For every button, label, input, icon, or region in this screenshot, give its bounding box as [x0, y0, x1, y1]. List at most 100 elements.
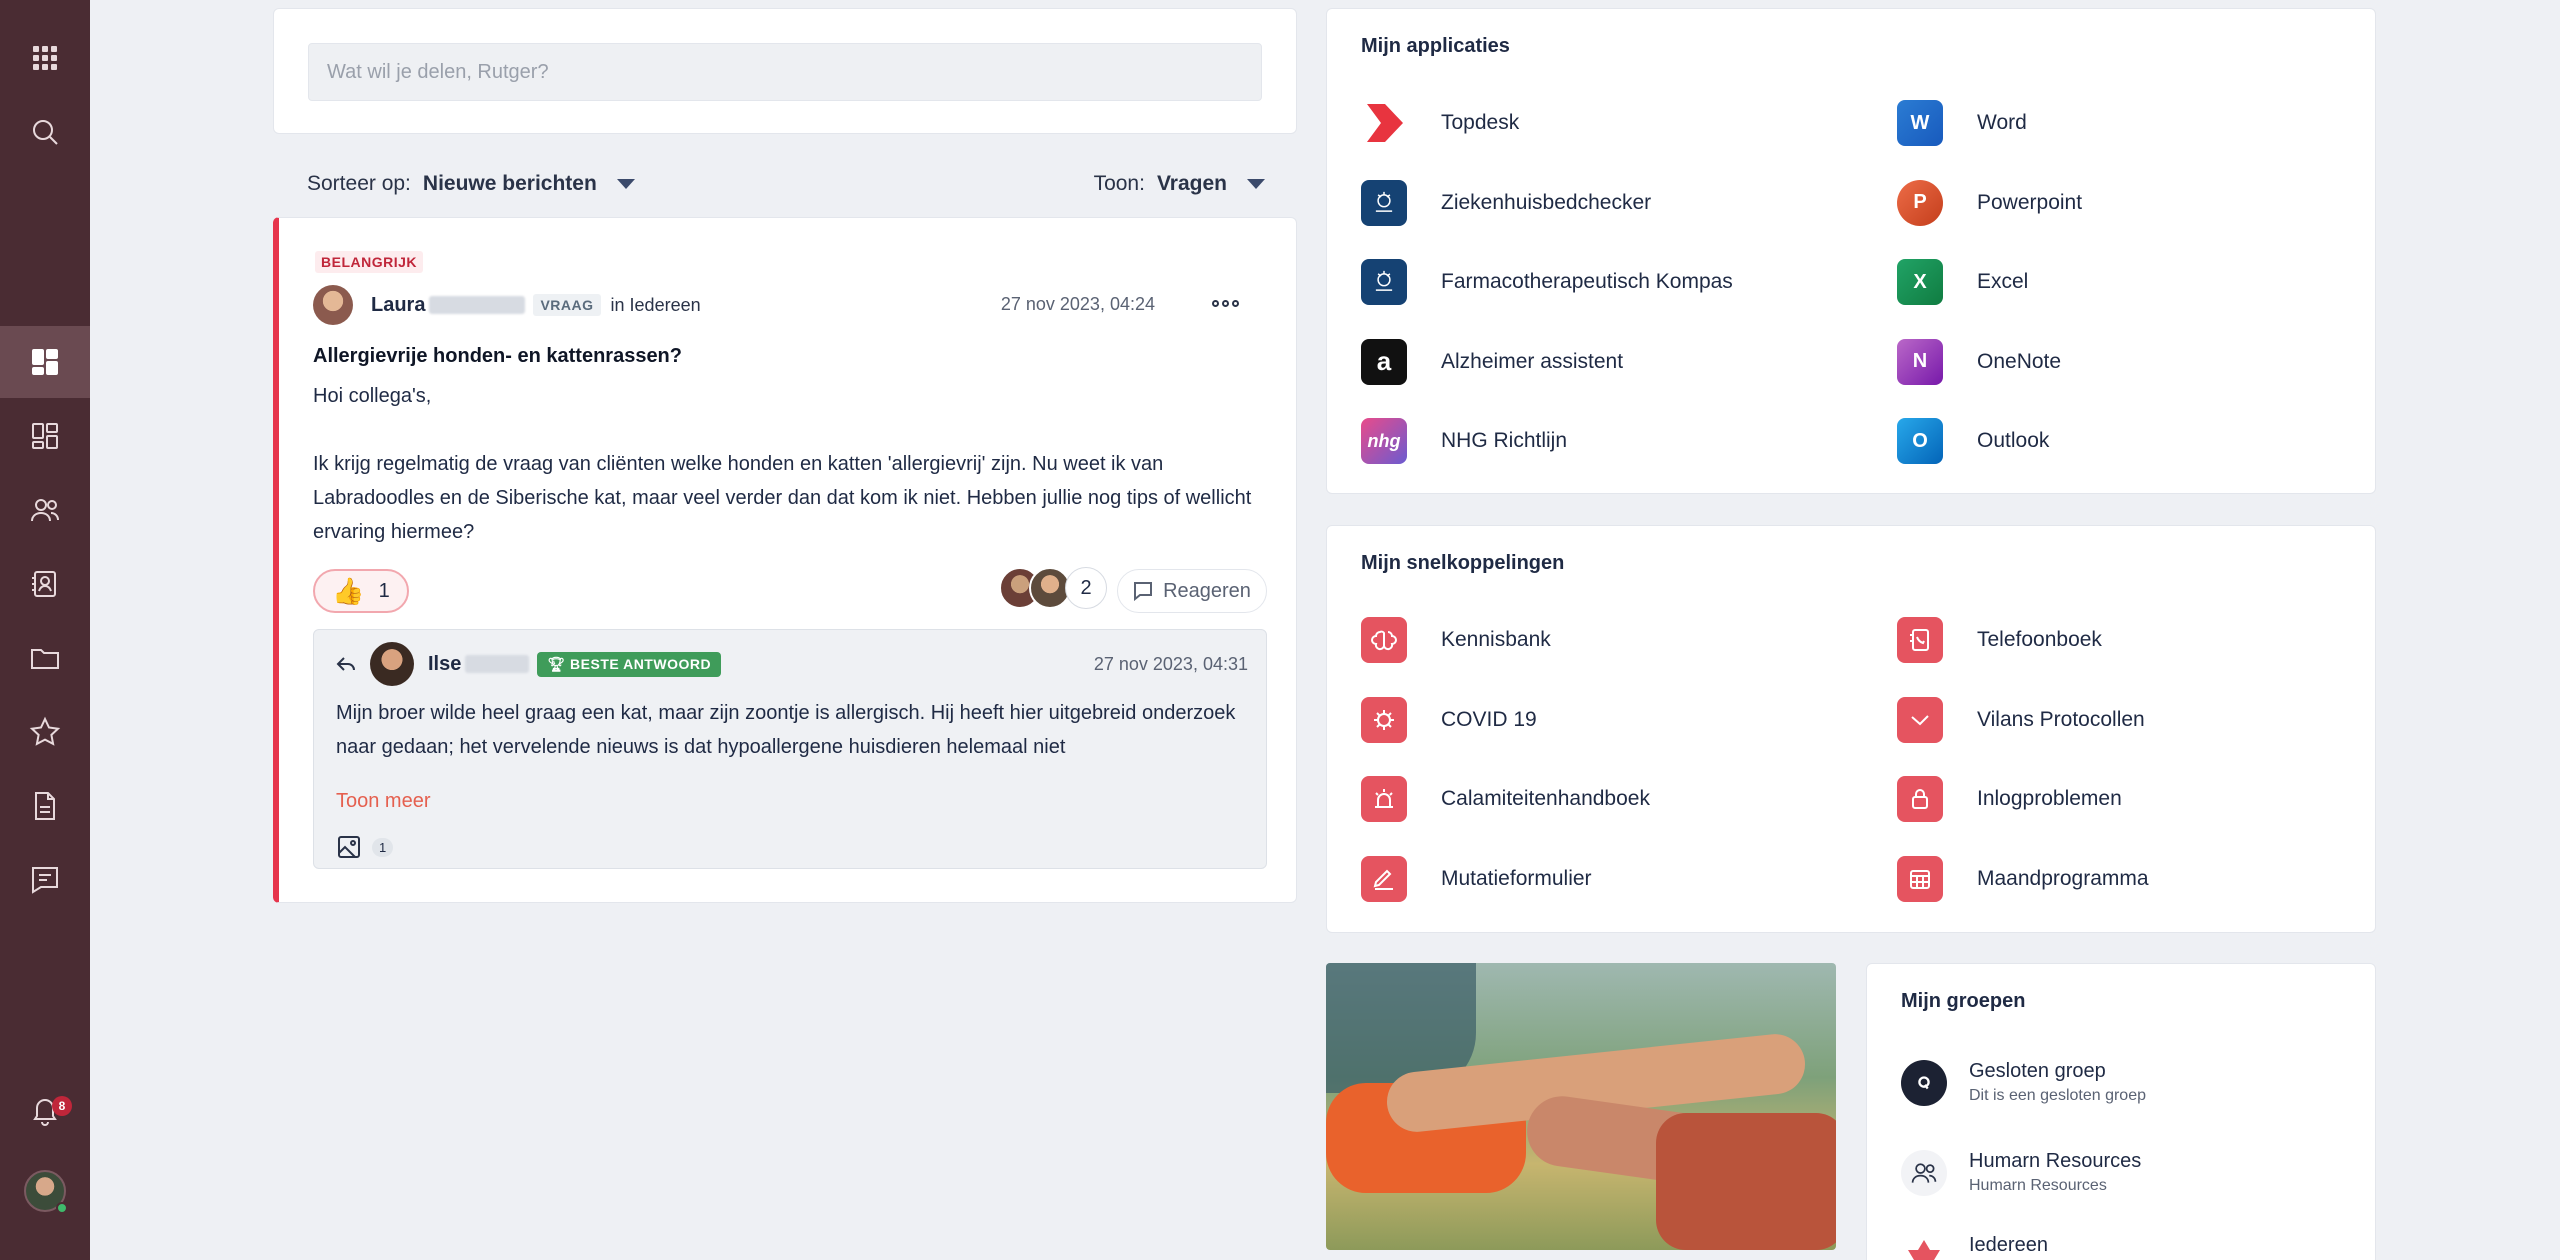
post-timestamp: 27 nov 2023, 04:24	[1000, 294, 1155, 314]
reply-button[interactable]: Reageren	[1117, 569, 1267, 613]
composer-input[interactable]	[308, 43, 1262, 101]
shortcut-covid-19[interactable]: COVID 19	[1361, 692, 1897, 748]
post-group[interactable]: in Iedereen	[611, 295, 701, 316]
protocol-icon	[1897, 696, 1943, 743]
online-status-dot	[56, 1202, 68, 1214]
shortcut-inlogproblemen[interactable]: Inlogproblemen	[1897, 771, 2341, 827]
users-icon	[31, 499, 59, 522]
app-outlook[interactable]: O Outlook	[1897, 413, 2341, 469]
search-button[interactable]	[0, 96, 90, 168]
shortcut-mutatieformulier[interactable]: Mutatieformulier	[1361, 851, 1897, 907]
shortcut-calamiteitenhandboek[interactable]: Calamiteitenhandboek	[1361, 771, 1897, 827]
contacts-icon	[32, 571, 56, 597]
avatar[interactable]	[313, 285, 353, 325]
onenote-icon: N	[1897, 338, 1943, 385]
thumbs-up-icon: 👍	[332, 575, 365, 606]
redacted-surname	[465, 655, 530, 673]
group-iedereen[interactable]: Iedereen	[1901, 1234, 2048, 1260]
powerpoint-icon: P	[1897, 179, 1943, 226]
rijksoverheid-icon	[1361, 259, 1407, 305]
card-title: Mijn groepen	[1901, 990, 2026, 1012]
lock-icon	[1897, 776, 1943, 822]
chevron-down-icon[interactable]	[1247, 179, 1265, 189]
sidebar-item-people[interactable]	[0, 474, 90, 546]
sidebar-item-contacts[interactable]	[0, 548, 90, 620]
like-button[interactable]: 👍 1	[313, 569, 409, 613]
card-title: Mijn snelkoppelingen	[1361, 552, 1565, 574]
team-photo	[1326, 963, 1836, 1250]
sort-dropdown[interactable]: Nieuwe berichten	[423, 172, 597, 196]
post-card: BELANGRIJK Laura VRAAG in Iedereen 27 no…	[273, 217, 1297, 903]
comment-icon	[1134, 582, 1153, 601]
star-icon	[29, 716, 61, 746]
shortcut-vilans-protocollen[interactable]: Vilans Protocollen	[1897, 692, 2341, 748]
reactors-count: 2	[1065, 567, 1107, 609]
app-label: Outlook	[1977, 429, 2050, 452]
shortcut-label: Vilans Protocollen	[1977, 707, 2145, 731]
app-label: Excel	[1977, 270, 2029, 293]
virus-icon	[1361, 696, 1407, 743]
app-launcher-button[interactable]	[0, 22, 90, 94]
shortcut-label: Maandprogramma	[1977, 866, 2149, 890]
app-alzheimer-assistent[interactable]: a Alzheimer assistent	[1361, 334, 1897, 390]
app-nhg-richtlijn[interactable]: nhg NHG Richtlijn	[1361, 413, 1897, 469]
best-answer: Ilse 🏆︎ BESTE ANTWOORD 27 nov 2023, 04:3…	[313, 629, 1267, 869]
sidebar-item-favorites[interactable]	[0, 696, 90, 768]
app-label: Farmacotherapeutisch Kompas	[1441, 270, 1733, 293]
answer-author-name[interactable]: Ilse	[428, 653, 461, 676]
sidebar-item-pages[interactable]	[0, 770, 90, 842]
alarm-icon	[1361, 776, 1407, 822]
app-farmacotherapeutisch-kompas[interactable]: Farmacotherapeutisch Kompas	[1361, 254, 1897, 310]
brain-icon	[1361, 617, 1407, 663]
sidebar-item-documents[interactable]	[0, 622, 90, 694]
show-more-link[interactable]: Toon meer	[336, 790, 431, 813]
app-label: OneNote	[1977, 349, 2062, 373]
group-humarn-resources[interactable]: Humarn Resources Humarn Resources	[1901, 1150, 2141, 1196]
app-onenote[interactable]: N OneNote	[1897, 334, 2341, 390]
image-icon[interactable]	[336, 834, 362, 860]
best-answer-badge: 🏆︎ BESTE ANTWOORD	[537, 651, 722, 677]
like-count: 1	[378, 579, 390, 602]
sidebar-item-overview[interactable]	[0, 400, 90, 472]
show-dropdown[interactable]: Vragen	[1157, 172, 1227, 196]
question-tag: VRAAG	[533, 294, 601, 316]
post-title: Allergievrije honden- en kattenrassen?	[313, 345, 682, 367]
reply-label: Reageren	[1163, 579, 1251, 602]
excel-icon: X	[1897, 259, 1943, 305]
best-answer-label: BESTE ANTWOORD	[570, 655, 712, 672]
chevron-down-icon[interactable]	[616, 179, 635, 189]
attachment-count: 1	[372, 837, 394, 857]
grid-icon	[33, 46, 57, 70]
everyone-group-icon	[1901, 1234, 1947, 1260]
word-icon: W	[1897, 100, 1943, 146]
shortcut-label: Kennisbank	[1441, 628, 1551, 651]
avatar[interactable]	[370, 642, 414, 686]
nhg-icon: nhg	[1361, 418, 1407, 464]
answer-footer: 1	[336, 834, 394, 860]
notifications-button[interactable]: 8	[0, 1074, 90, 1146]
post-author-name[interactable]: Laura	[371, 294, 425, 317]
redacted-surname	[429, 296, 526, 314]
folder-icon	[31, 649, 59, 669]
app-powerpoint[interactable]: P Powerpoint	[1897, 175, 2341, 231]
app-label: Word	[1977, 111, 2027, 134]
alzheimer-icon: a	[1361, 338, 1407, 385]
app-topdesk[interactable]: Topdesk	[1361, 95, 1897, 151]
sidebar-item-timeline[interactable]	[0, 326, 90, 398]
app-label: Ziekenhuisbedchecker	[1441, 190, 1652, 214]
reactors[interactable]: 2	[999, 567, 1107, 609]
app-ziekenhuisbedchecker[interactable]: Ziekenhuisbedchecker	[1361, 175, 1897, 231]
shortcut-telefoonboek[interactable]: Telefoonboek	[1897, 612, 2341, 668]
app-word[interactable]: W Word	[1897, 95, 2341, 151]
card-title: Mijn applicaties	[1361, 35, 1510, 57]
app-label: Alzheimer assistent	[1441, 349, 1624, 373]
app-excel[interactable]: X Excel	[1897, 254, 2341, 310]
group-gesloten-groep[interactable]: Gesloten groep Dit is een gesloten groep	[1901, 1060, 2146, 1106]
edit-icon	[1361, 855, 1407, 902]
shortcut-kennisbank[interactable]: Kennisbank	[1361, 612, 1897, 668]
sidebar-item-messages[interactable]	[0, 844, 90, 916]
more-options-button[interactable]	[1207, 288, 1243, 318]
users-icon	[1901, 1150, 1947, 1196]
post-author-row: Laura VRAAG in Iedereen 27 nov 2023, 04:…	[313, 284, 1253, 326]
shortcut-maandprogramma[interactable]: Maandprogramma	[1897, 851, 2341, 907]
